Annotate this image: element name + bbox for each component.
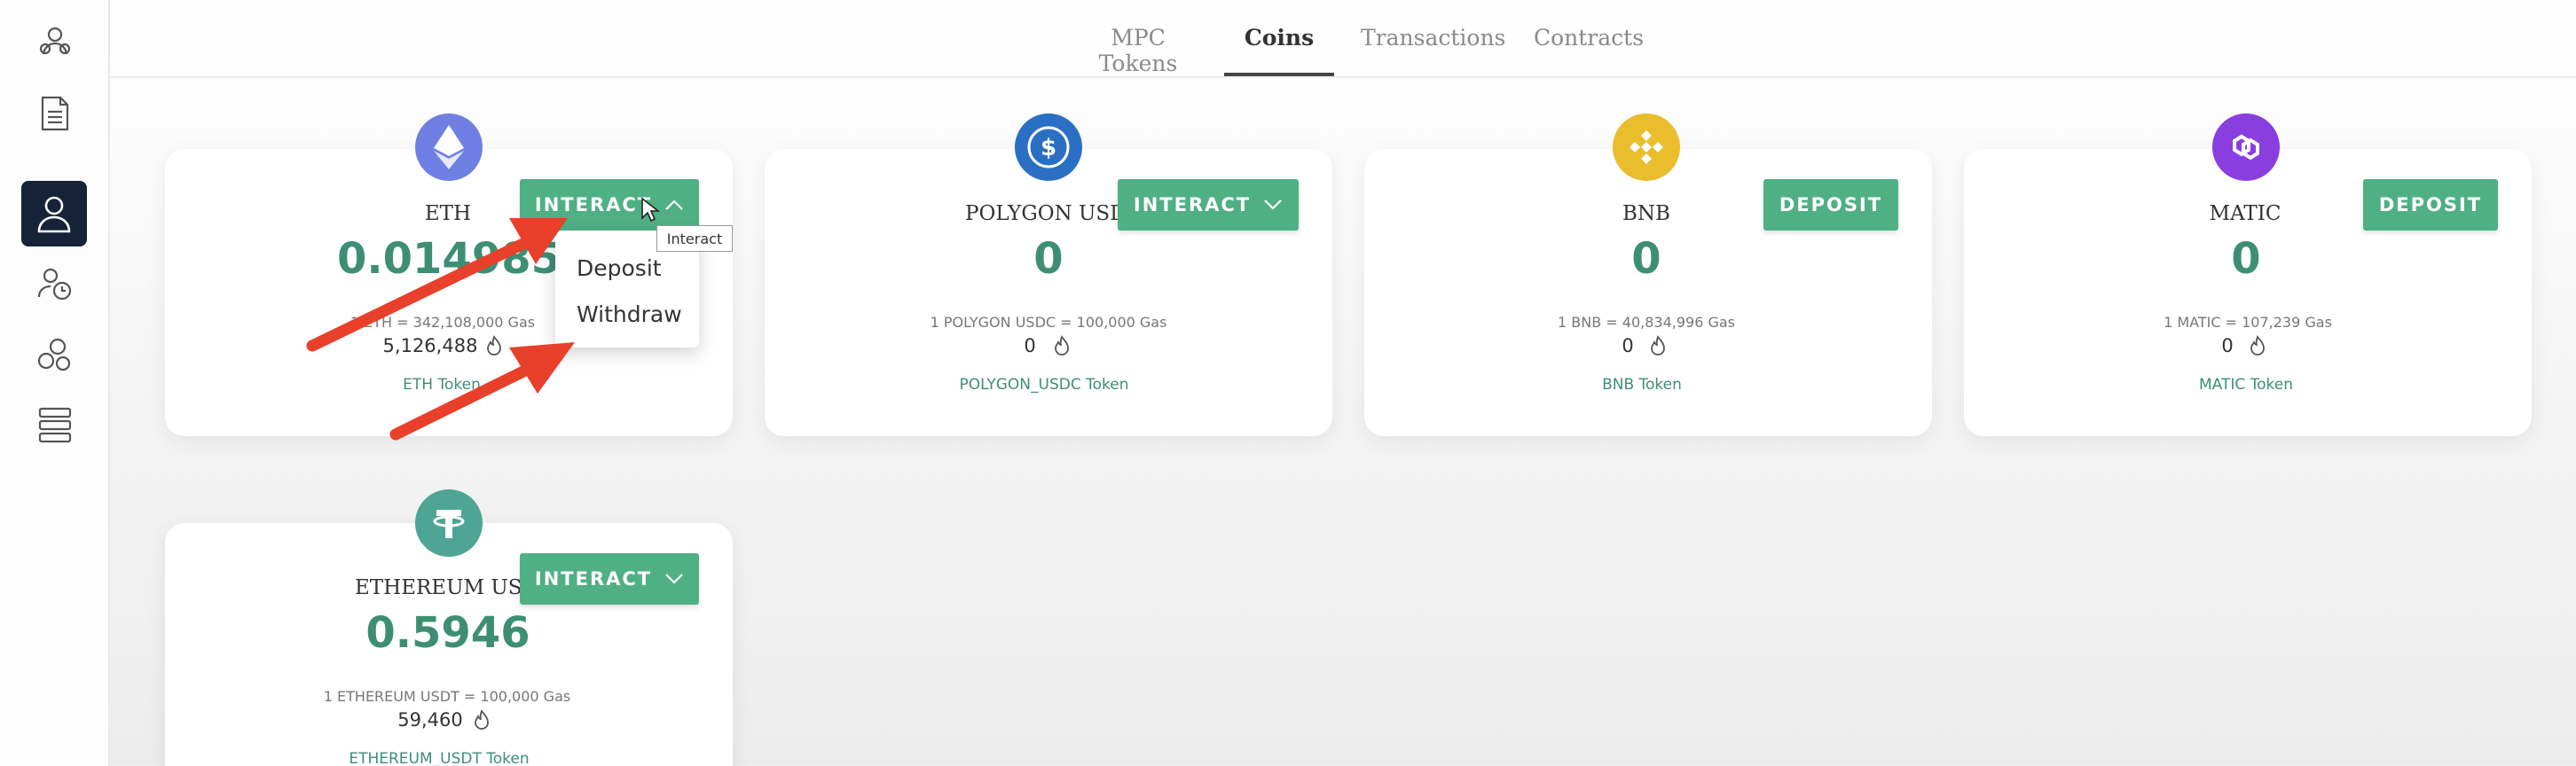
arrow-to-interact-icon [306, 218, 568, 352]
annotation-arrows [306, 218, 575, 441]
arrow-to-withdraw-icon [389, 342, 575, 441]
